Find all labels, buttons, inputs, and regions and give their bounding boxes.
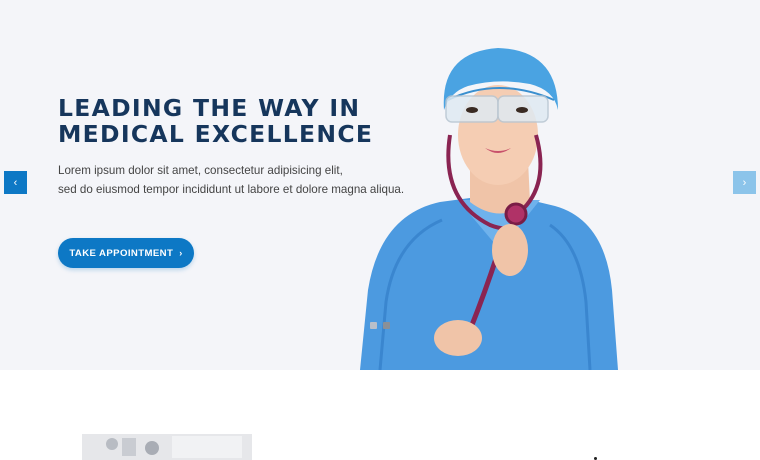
- slider-prev-button[interactable]: ‹: [4, 171, 27, 194]
- slider-dot-1[interactable]: [370, 322, 377, 329]
- hero-title-line-1: LEADING THE WAY IN: [58, 94, 361, 122]
- chevron-right-icon: ›: [742, 176, 747, 189]
- hero-title: LEADING THE WAY IN MEDICAL EXCELLENCE: [58, 95, 388, 147]
- feature-image-preview: [82, 434, 252, 460]
- doctor-image: [360, 48, 618, 370]
- take-appointment-button[interactable]: TAKE APPOINTMENT ›: [58, 238, 194, 268]
- slider-next-button[interactable]: ›: [733, 171, 756, 194]
- chevron-right-icon: ›: [179, 248, 183, 258]
- hero-slider: LEADING THE WAY IN MEDICAL EXCELLENCE Lo…: [0, 0, 760, 370]
- take-appointment-label: TAKE APPOINTMENT: [69, 247, 174, 259]
- slider-pagination: [370, 322, 390, 329]
- chevron-left-icon: ‹: [13, 176, 18, 189]
- slider-dot-2[interactable]: [383, 322, 390, 329]
- hero-title-line-2: MEDICAL EXCELLENCE: [58, 120, 374, 148]
